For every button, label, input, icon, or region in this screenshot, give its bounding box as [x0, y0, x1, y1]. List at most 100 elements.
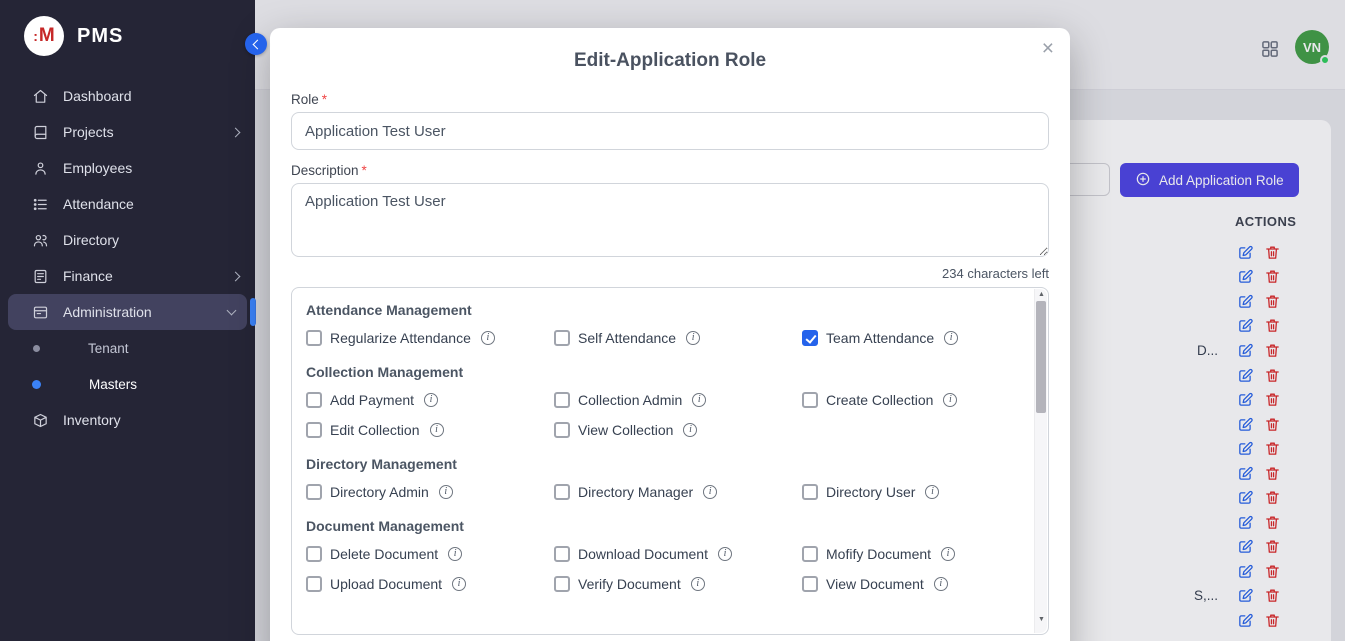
checkbox-directory-manager[interactable] — [554, 484, 570, 500]
online-status-dot — [1320, 55, 1330, 65]
delete-icon[interactable] — [1264, 538, 1281, 555]
delete-icon[interactable] — [1264, 489, 1281, 506]
info-icon[interactable]: i — [481, 331, 495, 345]
edit-icon[interactable] — [1237, 293, 1254, 310]
edit-icon[interactable] — [1237, 465, 1254, 482]
close-icon[interactable]: × — [1042, 38, 1054, 59]
sidebar-item-administration[interactable]: Administration — [8, 294, 247, 330]
checkbox-edit-collection[interactable] — [306, 422, 322, 438]
scrollbar-thumb[interactable] — [1036, 301, 1046, 413]
delete-icon[interactable] — [1264, 317, 1281, 334]
checkbox-download-document[interactable] — [554, 546, 570, 562]
checkbox-self-attendance[interactable] — [554, 330, 570, 346]
sidebar-collapse-button[interactable] — [245, 33, 267, 55]
sidebar-item-directory[interactable]: Directory — [0, 222, 255, 258]
edit-icon[interactable] — [1237, 489, 1254, 506]
chevron-left-icon — [253, 39, 263, 49]
checkbox-directory-user[interactable] — [802, 484, 818, 500]
info-icon[interactable]: i — [925, 485, 939, 499]
delete-icon[interactable] — [1264, 268, 1281, 285]
sidebar-item-label: Employees — [63, 160, 132, 176]
scrollbar-down-icon[interactable]: ▼ — [1035, 616, 1048, 623]
permission-label: Directory User — [826, 484, 915, 500]
info-icon[interactable]: i — [452, 577, 466, 591]
info-icon[interactable]: i — [683, 423, 697, 437]
app-title: PMS — [77, 25, 123, 48]
delete-icon[interactable] — [1264, 367, 1281, 384]
checkbox-delete-document[interactable] — [306, 546, 322, 562]
edit-icon[interactable] — [1237, 563, 1254, 580]
info-icon[interactable]: i — [944, 331, 958, 345]
required-mark: * — [362, 163, 367, 178]
add-application-role-button[interactable]: Add Application Role — [1120, 163, 1299, 197]
delete-icon[interactable] — [1264, 514, 1281, 531]
checkbox-add-payment[interactable] — [306, 392, 322, 408]
delete-icon[interactable] — [1264, 416, 1281, 433]
sidebar-item-label: Inventory — [63, 412, 121, 428]
edit-icon[interactable] — [1237, 440, 1254, 457]
sidebar-item-attendance[interactable]: Attendance — [0, 186, 255, 222]
info-icon[interactable]: i — [943, 393, 957, 407]
info-icon[interactable]: i — [692, 393, 706, 407]
checkbox-view-document[interactable] — [802, 576, 818, 592]
delete-icon[interactable] — [1264, 391, 1281, 408]
avatar[interactable]: VN — [1295, 30, 1329, 64]
edit-icon[interactable] — [1237, 587, 1254, 604]
scrollbar[interactable]: ▲ ▼ — [1034, 289, 1047, 633]
sidebar-item-dashboard[interactable]: Dashboard — [0, 78, 255, 114]
delete-icon[interactable] — [1264, 293, 1281, 310]
checkbox-verify-document[interactable] — [554, 576, 570, 592]
permission-item: Verify Documenti — [554, 576, 802, 592]
add-role-label: Add Application Role — [1159, 173, 1284, 188]
sidebar-item-projects[interactable]: Projects — [0, 114, 255, 150]
edit-icon[interactable] — [1237, 416, 1254, 433]
edit-icon[interactable] — [1237, 538, 1254, 555]
projects-icon — [32, 124, 49, 141]
info-icon[interactable]: i — [934, 577, 948, 591]
checkbox-create-collection[interactable] — [802, 392, 818, 408]
checkbox-upload-document[interactable] — [306, 576, 322, 592]
info-icon[interactable]: i — [424, 393, 438, 407]
delete-icon[interactable] — [1264, 587, 1281, 604]
checkbox-team-attendance[interactable] — [802, 330, 818, 346]
info-icon[interactable]: i — [718, 547, 732, 561]
edit-icon[interactable] — [1237, 317, 1254, 334]
edit-icon[interactable] — [1237, 244, 1254, 261]
sidebar-item-employees[interactable]: Employees — [0, 150, 255, 186]
info-icon[interactable]: i — [941, 547, 955, 561]
info-icon[interactable]: i — [439, 485, 453, 499]
delete-icon[interactable] — [1264, 465, 1281, 482]
sidebar-item-finance[interactable]: Finance — [0, 258, 255, 294]
edit-icon[interactable] — [1237, 367, 1254, 384]
edit-icon[interactable] — [1237, 268, 1254, 285]
delete-icon[interactable] — [1264, 563, 1281, 580]
sidebar-item-label: Directory — [63, 232, 119, 248]
apps-grid-icon[interactable] — [1260, 39, 1280, 59]
info-icon[interactable]: i — [703, 485, 717, 499]
scrollbar-up-icon[interactable]: ▲ — [1035, 291, 1048, 298]
edit-icon[interactable] — [1237, 612, 1254, 629]
checkbox-directory-admin[interactable] — [306, 484, 322, 500]
checkbox-view-collection[interactable] — [554, 422, 570, 438]
checkbox-collection-admin[interactable] — [554, 392, 570, 408]
edit-icon[interactable] — [1237, 342, 1254, 359]
info-icon[interactable]: i — [686, 331, 700, 345]
delete-icon[interactable] — [1264, 342, 1281, 359]
checkbox-regularize-attendance[interactable] — [306, 330, 322, 346]
edit-icon[interactable] — [1237, 514, 1254, 531]
sidebar-subitem-masters[interactable]: Masters — [0, 366, 255, 402]
info-icon[interactable]: i — [430, 423, 444, 437]
delete-icon[interactable] — [1264, 244, 1281, 261]
sidebar-item-inventory[interactable]: Inventory — [0, 402, 255, 438]
info-icon[interactable]: i — [691, 577, 705, 591]
sidebar-item-label: Projects — [63, 124, 114, 140]
role-input[interactable] — [291, 112, 1049, 150]
delete-icon[interactable] — [1264, 612, 1281, 629]
sidebar-subitem-tenant[interactable]: Tenant — [0, 330, 255, 366]
delete-icon[interactable] — [1264, 440, 1281, 457]
checkbox-mofify-document[interactable] — [802, 546, 818, 562]
row-text: S,... — [1194, 588, 1218, 603]
info-icon[interactable]: i — [448, 547, 462, 561]
edit-icon[interactable] — [1237, 391, 1254, 408]
description-textarea[interactable]: Application Test User — [291, 183, 1049, 257]
